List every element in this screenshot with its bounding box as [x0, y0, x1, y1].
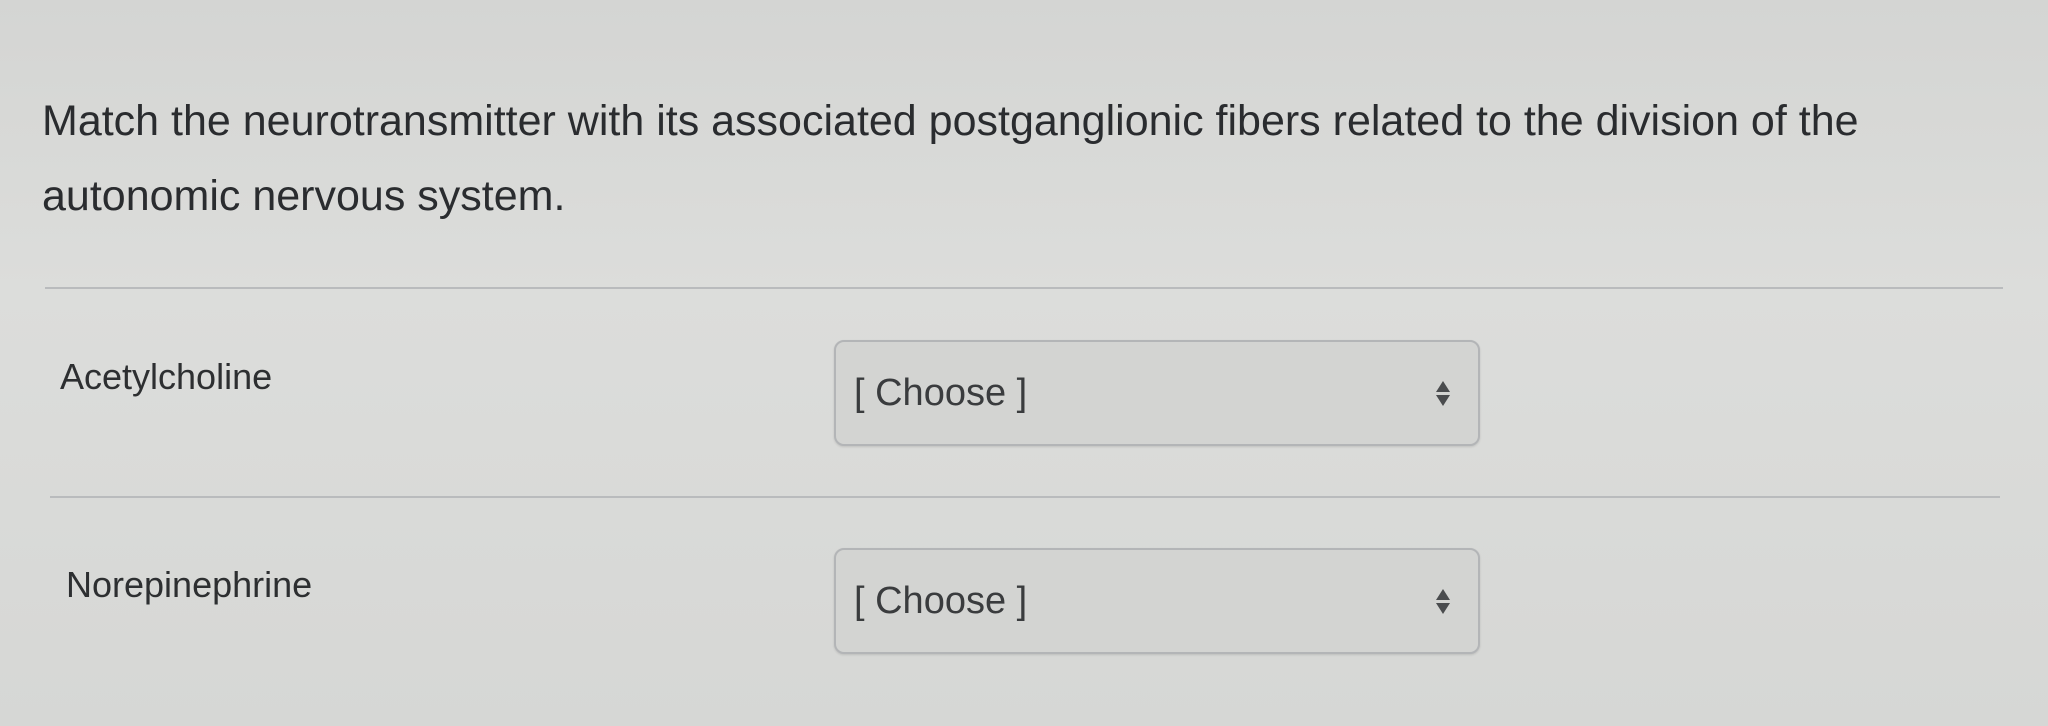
question-text: Match the neurotransmitter with its asso…	[42, 97, 1859, 220]
up-down-arrows-icon	[1434, 584, 1452, 618]
select-value: [ Choose ]	[854, 579, 1028, 622]
select-value: [ Choose ]	[854, 371, 1028, 414]
up-down-arrows-icon	[1434, 376, 1452, 410]
select-norepinephrine[interactable]: [ Choose ]	[834, 548, 1480, 654]
match-label-norepinephrine: Norepinephrine	[66, 564, 313, 605]
divider	[50, 496, 2000, 498]
divider	[45, 287, 2003, 289]
match-label-acetylcholine: Acetylcholine	[60, 356, 273, 397]
select-acetylcholine[interactable]: [ Choose ]	[834, 340, 1480, 446]
